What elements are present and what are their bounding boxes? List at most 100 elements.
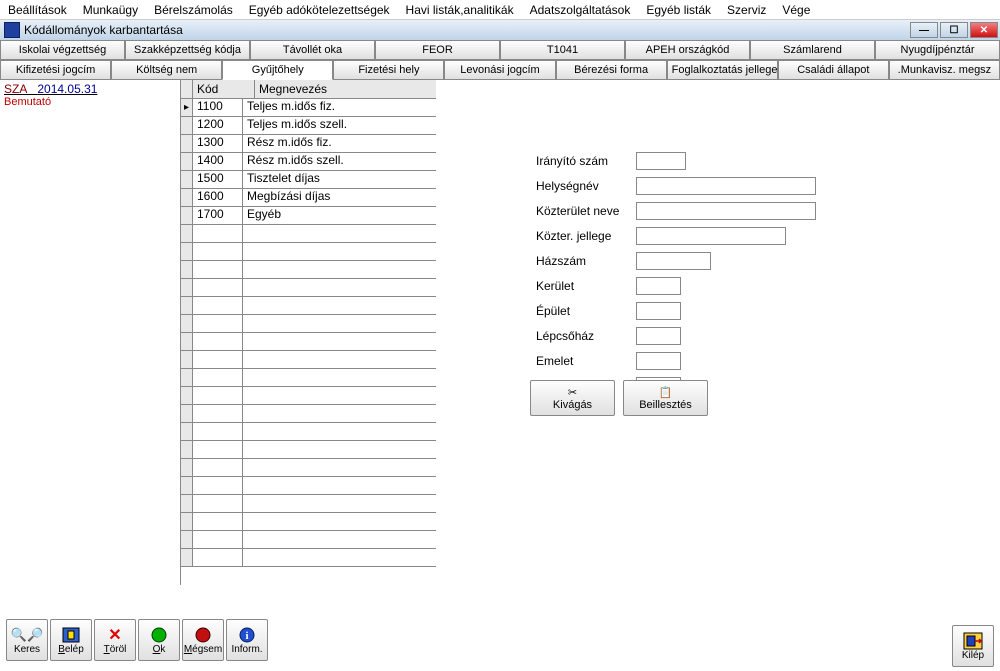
cell-meg[interactable]: Teljes m.idős fiz. — [243, 99, 436, 116]
input-lpcshz[interactable] — [636, 327, 681, 345]
table-row[interactable]: 1700Egyéb — [181, 207, 436, 225]
grid-header-meg[interactable]: Megnevezés — [255, 80, 436, 98]
tab-fizetsihely[interactable]: Fizetési hely — [333, 60, 444, 80]
menu-item-brelszmols[interactable]: Bérelszámolás — [146, 1, 241, 19]
cell-kod[interactable] — [193, 549, 243, 566]
torol-button[interactable]: ✕Töröl — [94, 619, 136, 661]
input-plet[interactable] — [636, 302, 681, 320]
cell-kod[interactable] — [193, 441, 243, 458]
keres-button[interactable]: 🔍🔎Keres — [6, 619, 48, 661]
input-hzszm[interactable] — [636, 252, 711, 270]
cell-meg[interactable] — [243, 459, 436, 476]
megsem-button[interactable]: Mégsem — [182, 619, 224, 661]
cell-meg[interactable] — [243, 333, 436, 350]
left-panel-line1[interactable]: SZA 2014.05.31 — [4, 82, 176, 96]
table-row-empty[interactable] — [181, 387, 436, 405]
menu-item-egybadktelezettsgek[interactable]: Egyéb adókötelezettségek — [241, 1, 398, 19]
tab-kifizetsijogcm[interactable]: Kifizetési jogcím — [0, 60, 111, 80]
tab-foglalkoztatsjellege[interactable]: Foglalkoztatás jellege — [667, 60, 778, 80]
table-row[interactable]: 1300Rész m.idős fiz. — [181, 135, 436, 153]
cell-kod[interactable] — [193, 243, 243, 260]
tab-brezsiforma[interactable]: Bérezési forma — [556, 60, 667, 80]
cut-button[interactable]: ✂ Kivágás — [530, 380, 615, 416]
cell-kod[interactable]: 1400 — [193, 153, 243, 170]
inform-button[interactable]: iInform. — [226, 619, 268, 661]
table-row-empty[interactable] — [181, 423, 436, 441]
table-row-empty[interactable] — [181, 441, 436, 459]
table-row[interactable]: 1500Tisztelet díjas — [181, 171, 436, 189]
table-row-empty[interactable] — [181, 261, 436, 279]
cell-kod[interactable] — [193, 423, 243, 440]
cell-meg[interactable]: Rész m.idős szell. — [243, 153, 436, 170]
cell-kod[interactable] — [193, 225, 243, 242]
cell-meg[interactable] — [243, 477, 436, 494]
cell-kod[interactable] — [193, 333, 243, 350]
cell-meg[interactable] — [243, 549, 436, 566]
menu-item-belltsok[interactable]: Beállítások — [0, 1, 75, 19]
menu-item-egyblistk[interactable]: Egyéb listák — [638, 1, 719, 19]
table-row-empty[interactable] — [181, 495, 436, 513]
tab-feor[interactable]: FEOR — [375, 40, 500, 60]
tab-tvolltoka[interactable]: Távollét oka — [250, 40, 375, 60]
menu-item-szerviz[interactable]: Szerviz — [719, 1, 774, 19]
cell-kod[interactable] — [193, 315, 243, 332]
table-row[interactable]: ▸1100Teljes m.idős fiz. — [181, 99, 436, 117]
cell-meg[interactable] — [243, 297, 436, 314]
table-row-empty[interactable] — [181, 369, 436, 387]
cell-kod[interactable]: 1200 — [193, 117, 243, 134]
cell-meg[interactable] — [243, 279, 436, 296]
tab-nyugdjpnztr[interactable]: Nyugdíjpénztár — [875, 40, 1000, 60]
cell-kod[interactable] — [193, 495, 243, 512]
cell-meg[interactable] — [243, 405, 436, 422]
cell-meg[interactable] — [243, 369, 436, 386]
cell-kod[interactable] — [193, 477, 243, 494]
table-row[interactable]: 1400Rész m.idős szell. — [181, 153, 436, 171]
tab-gyjthely[interactable]: Gyűjtőhely — [222, 60, 333, 80]
table-row-empty[interactable] — [181, 351, 436, 369]
tab-apehorszgkd[interactable]: APEH országkód — [625, 40, 750, 60]
cell-kod[interactable]: 1100 — [193, 99, 243, 116]
cell-meg[interactable] — [243, 261, 436, 278]
cell-meg[interactable] — [243, 513, 436, 530]
date-link[interactable]: 2014.05.31 — [37, 82, 97, 96]
table-row-empty[interactable] — [181, 513, 436, 531]
table-row[interactable]: 1200Teljes m.idős szell. — [181, 117, 436, 135]
table-row-empty[interactable] — [181, 477, 436, 495]
grid-body[interactable]: ▸1100Teljes m.idős fiz.1200Teljes m.idős… — [181, 99, 436, 586]
cell-kod[interactable] — [193, 513, 243, 530]
menu-item-havilistkanalitikk[interactable]: Havi listák,analitikák — [398, 1, 522, 19]
cell-meg[interactable] — [243, 495, 436, 512]
input-helysgnv[interactable] — [636, 177, 816, 195]
table-row-empty[interactable] — [181, 333, 436, 351]
cell-meg[interactable]: Teljes m.idős szell. — [243, 117, 436, 134]
belep-button[interactable]: Belép — [50, 619, 92, 661]
cell-meg[interactable] — [243, 225, 436, 242]
input-kerlet[interactable] — [636, 277, 681, 295]
cell-kod[interactable] — [193, 459, 243, 476]
cell-kod[interactable]: 1700 — [193, 207, 243, 224]
cell-meg[interactable] — [243, 243, 436, 260]
cell-meg[interactable] — [243, 423, 436, 440]
cell-kod[interactable] — [193, 387, 243, 404]
cell-meg[interactable]: Tisztelet díjas — [243, 171, 436, 188]
input-kzterjellege[interactable] — [636, 227, 786, 245]
exit-button[interactable]: Kilép — [952, 625, 994, 667]
cell-kod[interactable]: 1300 — [193, 135, 243, 152]
input-emelet[interactable] — [636, 352, 681, 370]
sza-link[interactable]: SZA — [4, 82, 27, 96]
cell-kod[interactable]: 1600 — [193, 189, 243, 206]
maximize-button[interactable]: ☐ — [940, 22, 968, 38]
cell-kod[interactable] — [193, 261, 243, 278]
grid-header-kod[interactable]: Kód — [193, 80, 255, 98]
table-row-empty[interactable] — [181, 315, 436, 333]
table-row-empty[interactable] — [181, 405, 436, 423]
paste-button[interactable]: 📋 Beillesztés — [623, 380, 708, 416]
table-row-empty[interactable] — [181, 459, 436, 477]
cell-meg[interactable] — [243, 315, 436, 332]
cell-kod[interactable] — [193, 351, 243, 368]
menu-item-vge[interactable]: Vége — [774, 1, 818, 19]
cell-kod[interactable] — [193, 369, 243, 386]
close-button[interactable]: ✕ — [970, 22, 998, 38]
ok-button[interactable]: Ok — [138, 619, 180, 661]
cell-kod[interactable] — [193, 297, 243, 314]
